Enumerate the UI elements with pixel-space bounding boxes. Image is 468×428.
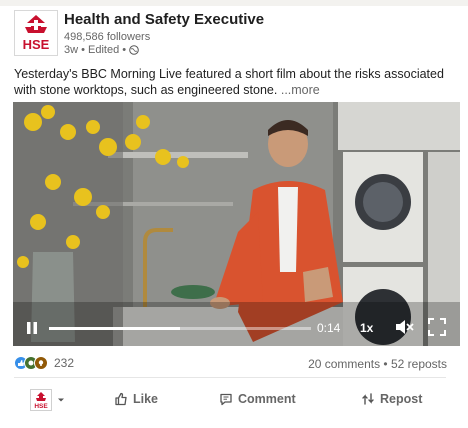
video-frame [13, 102, 460, 346]
post-as-selector[interactable]: HSE [14, 389, 70, 411]
reaction-icons [14, 356, 48, 370]
chevron-down-icon [58, 398, 64, 402]
repost-label: Repost [380, 392, 423, 406]
repost-button[interactable]: Repost [361, 392, 422, 406]
comment-icon [220, 393, 232, 406]
globe-icon [129, 45, 139, 55]
reactions-summary[interactable]: 232 [14, 356, 74, 370]
insightful-reaction-icon [34, 356, 48, 370]
post-text: Yesterday's BBC Morning Live featured a … [14, 66, 444, 98]
divider [14, 377, 446, 378]
see-more-link[interactable]: ...more [281, 83, 320, 97]
post-body: Yesterday's BBC Morning Live featured a … [14, 67, 444, 97]
logo-text: HSE [23, 37, 50, 52]
follower-count: 498,586 followers [64, 31, 151, 43]
hse-logo[interactable]: HSE [14, 10, 58, 56]
comments-reposts-count[interactable]: 20 comments • 52 reposts [308, 357, 447, 371]
mute-icon[interactable] [394, 318, 414, 336]
hse-avatar: HSE [30, 389, 52, 411]
repost-icon [362, 393, 374, 405]
post-time: 3w • Edited • [64, 44, 127, 56]
top-strip [0, 0, 468, 6]
fullscreen-icon[interactable] [428, 318, 446, 336]
comment-label: Comment [238, 392, 296, 406]
like-icon [115, 392, 127, 406]
like-button[interactable]: Like [114, 392, 158, 406]
video-time: 0:14 [317, 321, 341, 335]
post-meta: 3w • Edited • [64, 44, 139, 56]
org-name[interactable]: Health and Safety Executive [64, 11, 264, 28]
like-label: Like [133, 392, 159, 406]
comment-button[interactable]: Comment [219, 392, 296, 406]
reaction-count: 232 [54, 356, 75, 370]
progress-fill [49, 327, 180, 330]
pause-icon[interactable] [25, 321, 39, 335]
video-progress-bar[interactable] [49, 327, 311, 330]
avatar-logo-text: HSE [34, 403, 48, 410]
playback-speed-button[interactable]: 1x [360, 321, 373, 335]
action-bar: HSE Like Comment Repost [14, 384, 446, 416]
video-player[interactable]: 0:14 1x [13, 102, 460, 346]
